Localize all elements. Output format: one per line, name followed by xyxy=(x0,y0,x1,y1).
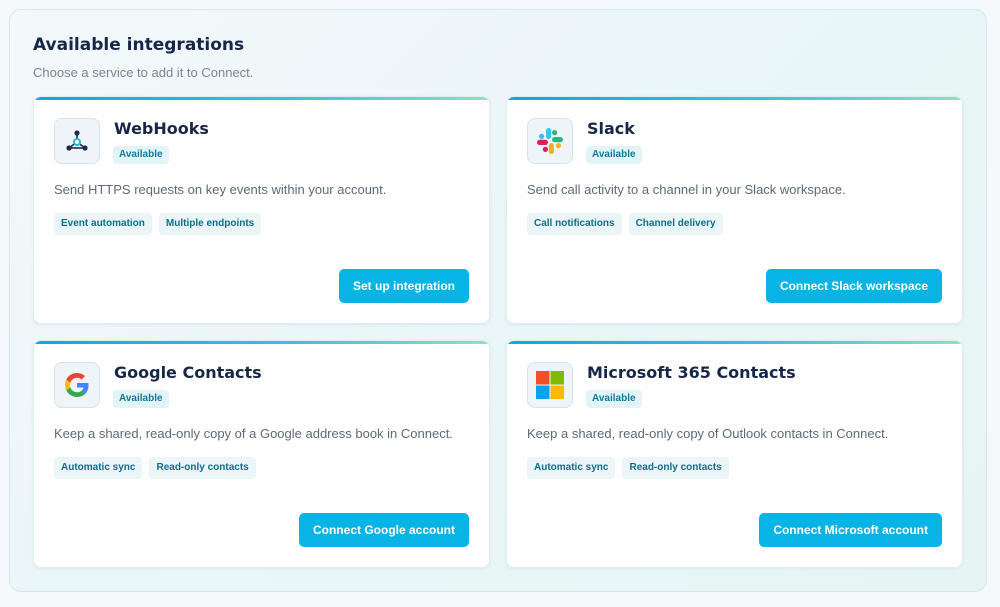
tag: Event automation xyxy=(54,213,152,235)
tag: Automatic sync xyxy=(527,457,616,479)
integration-card-webhooks: WebHooks Available Send HTTPS requests o… xyxy=(33,96,490,324)
tag-list: Call notifications Channel delivery xyxy=(527,213,723,235)
tag-list: Event automation Multiple endpoints xyxy=(54,213,262,235)
tag: Read-only contacts xyxy=(149,457,256,479)
status-badge: Available xyxy=(586,390,642,408)
tag-list: Automatic sync Read-only contacts xyxy=(527,457,729,479)
connect-slack-workspace-button[interactable]: Connect Slack workspace xyxy=(765,269,942,303)
slack-logo-icon xyxy=(527,118,573,164)
card-title: Google Contacts xyxy=(114,363,262,382)
status-badge: Available xyxy=(586,146,642,164)
webhook-icon xyxy=(54,118,100,164)
tag: Read-only contacts xyxy=(622,457,729,479)
card-description: Send HTTPS requests on key events within… xyxy=(54,182,387,197)
tag: Automatic sync xyxy=(54,457,143,479)
card-title: Microsoft 365 Contacts xyxy=(587,363,796,382)
status-badge: Available xyxy=(113,390,169,408)
status-badge: Available xyxy=(113,146,169,164)
card-title: Slack xyxy=(587,119,635,138)
tag: Channel delivery xyxy=(628,213,723,235)
card-description: Keep a shared, read-only copy of a Googl… xyxy=(54,426,453,441)
tag: Call notifications xyxy=(527,213,622,235)
connect-microsoft-account-button[interactable]: Connect Microsoft account xyxy=(759,513,942,547)
card-title: WebHooks xyxy=(114,119,209,138)
tag: Multiple endpoints xyxy=(158,213,262,235)
google-logo-icon xyxy=(54,362,100,408)
set-up-integration-button[interactable]: Set up integration xyxy=(339,269,469,303)
microsoft-logo-icon xyxy=(527,362,573,408)
integration-card-slack: Slack Available Send call activity to a … xyxy=(506,96,963,324)
integration-card-google-contacts: Google Contacts Available Keep a shared,… xyxy=(33,340,490,568)
card-description: Send call activity to a channel in your … xyxy=(527,182,846,197)
integration-card-microsoft-365-contacts: Microsoft 365 Contacts Available Keep a … xyxy=(506,340,963,568)
connect-google-account-button[interactable]: Connect Google account xyxy=(298,513,469,547)
page-title: Available integrations xyxy=(33,35,245,55)
card-description: Keep a shared, read-only copy of Outlook… xyxy=(527,426,889,441)
tag-list: Automatic sync Read-only contacts xyxy=(54,457,256,479)
page-subtitle: Choose a service to add it to Connect. xyxy=(33,65,254,80)
